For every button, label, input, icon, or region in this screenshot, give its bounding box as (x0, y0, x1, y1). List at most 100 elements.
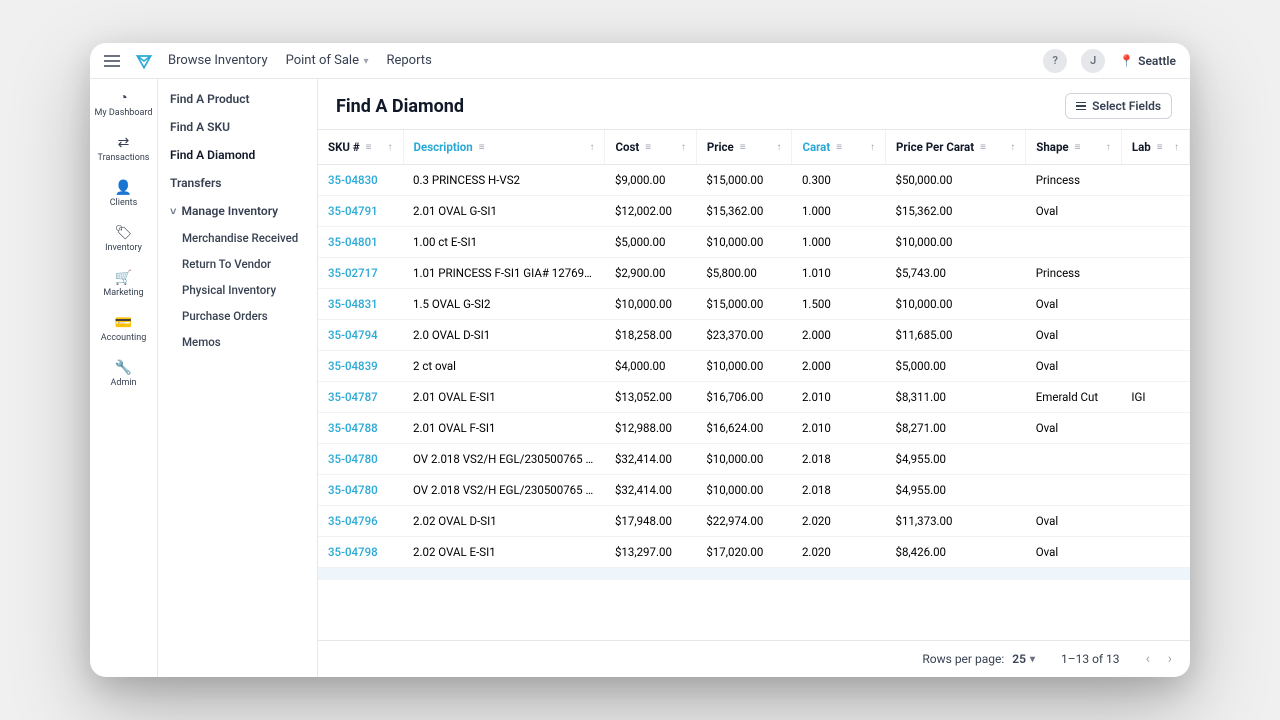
cell-carat: 2.000 (792, 351, 886, 382)
filter-icon[interactable]: ≡ (1157, 142, 1163, 153)
col-header-label: Price Per Carat (896, 140, 974, 154)
rail-item-clients[interactable]: 👤Clients (90, 175, 157, 214)
col-header-carat[interactable]: Carat≡↑ (792, 130, 886, 165)
submenu-subitem-merchandise-received[interactable]: Merchandise Received (158, 225, 317, 251)
filter-icon[interactable]: ≡ (980, 142, 986, 153)
rail-item-marketing[interactable]: 🛒Marketing (90, 265, 157, 304)
sort-asc-icon[interactable]: ↑ (870, 142, 875, 153)
location-label: Seattle (1138, 54, 1176, 68)
sort-asc-icon[interactable]: ↑ (589, 142, 594, 153)
cell-carat: 2.018 (792, 475, 886, 506)
page-next-button[interactable]: › (1168, 651, 1172, 667)
col-header-description[interactable]: Description≡↑ (403, 130, 605, 165)
sort-asc-icon[interactable]: ↑ (681, 142, 686, 153)
location-selector[interactable]: 📍 Seattle (1119, 54, 1176, 68)
rail-item-icon: 🛒 (115, 271, 132, 285)
sku-link[interactable]: 35-04839 (328, 359, 378, 373)
table-row[interactable]: 35-04780OV 2.018 VS2/H EGL/230500765 9.8… (318, 444, 1190, 475)
table-row[interactable]: 35-047982.02 OVAL E-SI1$13,297.00$17,020… (318, 537, 1190, 568)
sku-link[interactable]: 35-02717 (328, 266, 378, 280)
sku-link[interactable]: 35-04801 (328, 235, 378, 249)
submenu-item-transfers[interactable]: Transfers (158, 169, 317, 197)
page-prev-button[interactable]: ‹ (1146, 651, 1150, 667)
rows-per-page-select[interactable]: 25 ▾ (1012, 652, 1035, 666)
rail-item-accounting[interactable]: 💳Accounting (90, 310, 157, 349)
submenu-subitem-memos[interactable]: Memos (158, 329, 317, 355)
table-row[interactable]: 35-047942.0 OVAL D-SI1$18,258.00$23,370.… (318, 320, 1190, 351)
col-header-ppc[interactable]: Price Per Carat ≡ ↑ (885, 130, 1025, 165)
user-avatar[interactable]: J (1081, 49, 1105, 73)
rail-item-my-dashboard[interactable]: ◔My Dashboard (90, 85, 157, 124)
filter-icon[interactable]: ≡ (836, 142, 842, 153)
table-row[interactable]: 35-048011.00 ct E-SI1$5,000.00$10,000.00… (318, 227, 1190, 258)
sort-asc-icon[interactable]: ↑ (1174, 142, 1179, 153)
col-header-lab[interactable]: Lab≡↑ (1121, 130, 1189, 165)
col-header-shape[interactable]: Shape≡↑ (1026, 130, 1122, 165)
nav-reports[interactable]: Reports (386, 53, 431, 68)
cell-shape: Oval (1026, 537, 1122, 568)
filter-icon[interactable]: ≡ (1075, 142, 1081, 153)
sku-link[interactable]: 35-04796 (328, 514, 378, 528)
filter-icon[interactable]: ≡ (645, 142, 651, 153)
sku-link[interactable]: 35-04780 (328, 483, 378, 497)
sku-link[interactable]: 35-04830 (328, 173, 378, 187)
cell-cost: $13,052.00 (605, 382, 696, 413)
rail-item-inventory[interactable]: 🏷Inventory (90, 220, 157, 259)
submenu-item-find-a-diamond[interactable]: Find A Diamond (158, 141, 317, 169)
submenu-subitem-return-to-vendor[interactable]: Return To Vendor (158, 251, 317, 277)
nav-point-of-sale[interactable]: Point of Sale ▾ (286, 53, 369, 68)
cell-price: $16,624.00 (696, 413, 792, 444)
sort-asc-icon[interactable]: ↑ (776, 142, 781, 153)
cell-cost: $17,948.00 (605, 506, 696, 537)
sku-link[interactable]: 35-04780 (328, 452, 378, 466)
sort-asc-icon[interactable]: ↑ (1010, 142, 1015, 153)
sku-link[interactable]: 35-04787 (328, 390, 378, 404)
col-header-sku[interactable]: SKU #≡↑ (318, 130, 403, 165)
filter-icon[interactable]: ≡ (366, 142, 372, 153)
table-row[interactable]: 35-02717 1.01 PRINCESS F-SI1 GIA# 1276956… (318, 258, 1190, 289)
cell-carat: 1.000 (792, 196, 886, 227)
col-header-price[interactable]: Price≡↑ (696, 130, 792, 165)
table-row[interactable]: 35-047912.01 OVAL G-SI1$12,002.00$15,362… (318, 196, 1190, 227)
sku-link[interactable]: 35-04798 (328, 545, 378, 559)
submenu-item-find-a-product[interactable]: Find A Product (158, 85, 317, 113)
sort-asc-icon[interactable]: ↑ (1106, 142, 1111, 153)
nav-browse-inventory[interactable]: Browse Inventory (168, 53, 268, 68)
sku-link[interactable]: 35-04831 (328, 297, 378, 311)
sku-link[interactable]: 35-04788 (328, 421, 378, 435)
rail-item-transactions[interactable]: ⇄Transactions (90, 130, 157, 169)
submenu-subitem-purchase-orders[interactable]: Purchase Orders (158, 303, 317, 329)
table-row[interactable]: 35-047882.01 OVAL F-SI1$12,988.00$16,624… (318, 413, 1190, 444)
cell-description: 1.01 PRINCESS F-SI1 GIA# 12769569 (403, 258, 605, 289)
sku-link[interactable]: 35-04794 (328, 328, 378, 342)
sort-asc-icon[interactable]: ↑ (388, 142, 393, 153)
rows-per-page-value: 25 (1012, 652, 1026, 666)
col-header-cost[interactable]: Cost≡↑ (605, 130, 696, 165)
cell-sku: 35-04780 (318, 444, 403, 475)
table-row[interactable]: 35-047872.01 OVAL E-SI1$13,052.00$16,706… (318, 382, 1190, 413)
submenu-subitem-physical-inventory[interactable]: Physical Inventory (158, 277, 317, 303)
table-row[interactable]: 35-047962.02 OVAL D-SI1$17,948.00$22,974… (318, 506, 1190, 537)
table-bottom-stripe (318, 568, 1190, 580)
cell-description: OV 2.018 VS2/H EGL/230500765 9.86 X (403, 475, 605, 506)
submenu-item-manage-inventory[interactable]: Manage Inventory (158, 197, 317, 225)
filter-icon[interactable]: ≡ (479, 142, 485, 153)
cell-sku: 35-04839 (318, 351, 403, 382)
cell-lab (1121, 444, 1189, 475)
sku-link[interactable]: 35-04791 (328, 204, 378, 218)
cell-shape (1026, 227, 1122, 258)
filter-icon[interactable]: ≡ (740, 142, 746, 153)
table-row[interactable]: 35-04780 OV 2.018 VS2/H EGL/230500765 9.8… (318, 475, 1190, 506)
select-fields-button[interactable]: Select Fields (1065, 93, 1172, 119)
table-row[interactable]: 35-048311.5 OVAL G-SI2$10,000.00$15,000.… (318, 289, 1190, 320)
table-scroll[interactable]: SKU #≡↑Description≡↑Cost≡↑Price≡↑Carat≡↑… (318, 129, 1190, 640)
table-row[interactable]: 35-048392 ct oval$4,000.00$10,000.002.00… (318, 351, 1190, 382)
submenu-item-find-a-sku[interactable]: Find A SKU (158, 113, 317, 141)
table-footer: Rows per page: 25 ▾ 1–13 of 13 ‹ › (318, 640, 1190, 677)
menu-toggle-icon[interactable] (104, 55, 120, 67)
chevron-down-icon: ▾ (1030, 654, 1035, 665)
help-button[interactable]: ? (1043, 49, 1067, 73)
cell-price: $10,000.00 (696, 351, 792, 382)
rail-item-admin[interactable]: 🔧Admin (90, 355, 157, 394)
table-row[interactable]: 35-048300.3 PRINCESS H-VS2$9,000.00$15,0… (318, 165, 1190, 196)
